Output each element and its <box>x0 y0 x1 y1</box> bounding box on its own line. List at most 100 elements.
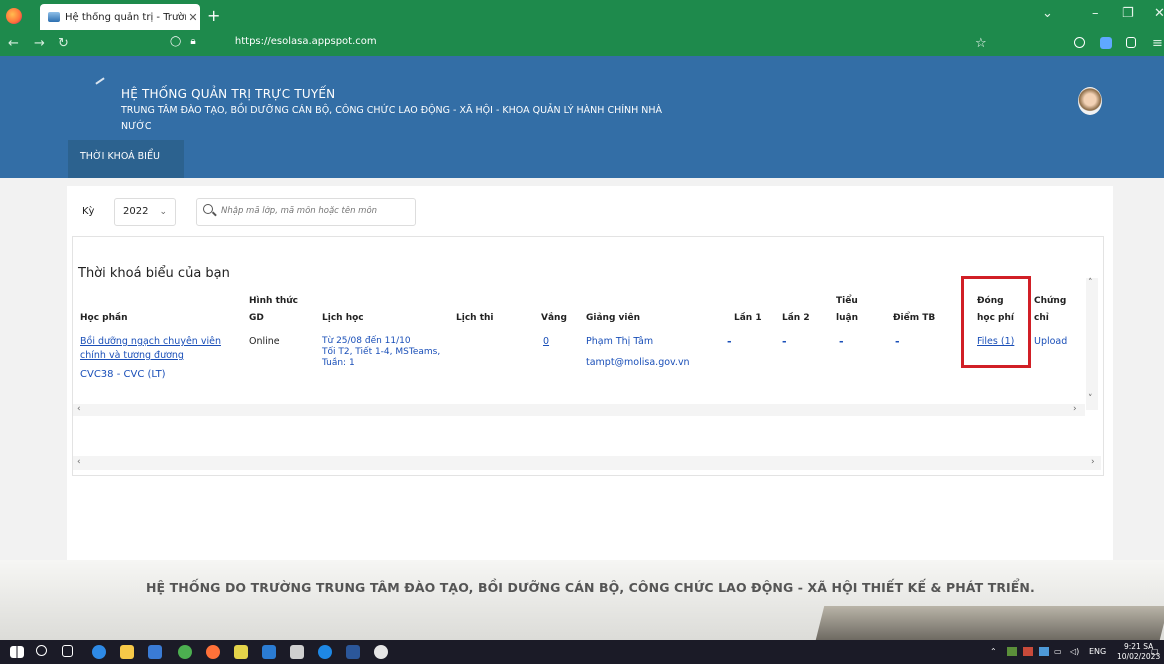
site-subtitle: TRUNG TÂM ĐÀO TẠO, BỒI DƯỠNG CÁN BỘ, CÔN… <box>121 105 663 132</box>
schedule-cell: Từ 25/08 đến 11/10 Tối T2, Tiết 1-4, MST… <box>322 336 440 369</box>
share-icon[interactable] <box>1126 37 1136 48</box>
header-tieu-luan-line1: Tiểu <box>836 296 858 306</box>
schedule-title: Thời khoá biểu của bạn <box>78 266 230 281</box>
volume-icon[interactable]: ◁) <box>1070 647 1079 656</box>
header-tieu-luan-line2: luận <box>836 313 858 323</box>
upload-link[interactable]: Upload <box>1034 336 1067 348</box>
absent-count-link[interactable]: 0 <box>543 336 549 348</box>
restore-icon[interactable]: ❐ <box>1122 6 1134 21</box>
header-hinh-thuc: Hình thức GD <box>249 296 298 324</box>
new-tab-button[interactable]: + <box>207 6 220 25</box>
header-lan2: Lần 2 <box>782 313 810 323</box>
course-name-line2: chính và tương đương <box>80 350 184 361</box>
header-tieu-luan: Tiểu luận <box>836 296 858 324</box>
footer-text: HỆ THỐNG DO TRƯỜNG TRUNG TÂM ĐÀO TẠO, BỒ… <box>146 580 1035 595</box>
header-lan1: Lần 1 <box>734 313 762 323</box>
monitor-icon[interactable] <box>290 645 304 659</box>
back-arrow-icon[interactable]: ← <box>8 36 19 51</box>
header-vang: Vắng <box>541 313 567 323</box>
shield-icon: ◯ <box>170 36 182 47</box>
header-hoc-phan: Học phần <box>80 313 128 323</box>
browser-tab-bar: Hệ thống quản trị - Trường Đào ✕ + ⌄ – ❐… <box>0 0 1164 32</box>
header-giang-vien: Giảng viên <box>586 313 640 323</box>
page-scroll-left-icon[interactable]: ‹ <box>77 457 81 467</box>
search-taskbar-icon[interactable] <box>36 645 47 656</box>
chrome-icon[interactable] <box>178 645 192 659</box>
table-horizontal-scrollbar[interactable]: ‹ › <box>73 404 1085 416</box>
chevron-down-icon: ⌄ <box>159 207 167 217</box>
user-avatar[interactable] <box>1078 87 1102 115</box>
header-lich-thi: Lịch thi <box>456 313 494 323</box>
table-row: Bồi dưỡng ngạch chuyên viên chính và tươ… <box>80 336 221 381</box>
calculator-icon[interactable] <box>262 645 276 659</box>
schedule-line1: Từ 25/08 đến 11/10 <box>322 336 411 346</box>
scroll-down-icon[interactable]: ˅ <box>1088 394 1093 404</box>
close-window-icon[interactable]: ✕ <box>1154 6 1164 21</box>
schedule-line3: Tuần: 1 <box>322 358 355 368</box>
tab-title: Hệ thống quản trị - Trường Đào <box>65 11 186 23</box>
browser-tab[interactable]: Hệ thống quản trị - Trường Đào ✕ <box>40 4 200 30</box>
paint-icon[interactable] <box>374 645 388 659</box>
task-view-icon[interactable] <box>62 645 73 657</box>
bookmark-star-icon[interactable]: ☆ <box>975 36 987 51</box>
scroll-right-icon[interactable]: › <box>1073 404 1077 414</box>
reload-icon[interactable]: ↻ <box>58 36 69 51</box>
lock-icon: 🔒︎ <box>190 36 196 47</box>
header-chung-chi: Chứng chỉ <box>1034 296 1066 324</box>
lan1-value: - <box>727 335 732 348</box>
page-horizontal-scrollbar[interactable]: ‹ › <box>73 456 1101 470</box>
tieu-luan-value: - <box>839 335 844 348</box>
course-name-line1: Bồi dưỡng ngạch chuyên viên <box>80 336 221 347</box>
store-icon[interactable] <box>148 645 162 659</box>
firefox-icon[interactable] <box>6 8 22 24</box>
tray-chevron-icon[interactable]: ⌃ <box>990 647 997 656</box>
app-icon[interactable] <box>234 645 248 659</box>
edge-icon[interactable] <box>92 645 106 659</box>
minimize-icon[interactable]: – <box>1092 6 1099 21</box>
mode-cell: Online <box>249 336 280 347</box>
scroll-left-icon[interactable]: ‹ <box>77 404 81 414</box>
notification-icon[interactable]: ▢ <box>1151 647 1159 656</box>
site-favicon-icon <box>48 12 60 22</box>
windows-start-icon[interactable] <box>10 646 24 658</box>
site-title: HỆ THỐNG QUẢN TRỊ TRỰC TUYẾN <box>121 87 336 101</box>
word-icon[interactable] <box>346 645 360 659</box>
pocket-icon[interactable] <box>1074 37 1085 48</box>
search-icon <box>203 204 213 214</box>
highlight-box <box>961 276 1031 368</box>
vertical-scrollbar[interactable]: ˄ ˅ <box>1086 278 1098 410</box>
file-explorer-icon[interactable] <box>120 645 134 659</box>
lecturer-cell: Phạm Thị Tâm tampt@molisa.gov.vn <box>586 336 690 369</box>
tray-app-icon[interactable] <box>1007 647 1017 656</box>
course-link[interactable]: Bồi dưỡng ngạch chuyên viên chính và tươ… <box>80 336 221 362</box>
header-hinh-thuc-line2: GD <box>249 313 264 323</box>
page-scroll-right-icon[interactable]: › <box>1091 457 1095 467</box>
scroll-up-icon[interactable]: ˄ <box>1088 278 1093 288</box>
address-bar[interactable]: ◯ 🔒︎ https://esolasa.appspot.com <box>170 36 377 47</box>
search-box[interactable] <box>196 198 416 226</box>
lecturer-name: Phạm Thị Tâm <box>586 336 654 347</box>
tab-close-icon[interactable]: ✕ <box>186 11 200 24</box>
url-text: https://esolasa.appspot.com <box>234 36 377 47</box>
firefox-taskbar-icon[interactable] <box>206 645 220 659</box>
language-indicator[interactable]: ENG <box>1089 647 1106 656</box>
network-icon[interactable]: ▭ <box>1054 647 1062 656</box>
menu-icon[interactable]: ≡ <box>1152 36 1163 51</box>
tray-app-icon-2[interactable] <box>1023 647 1033 656</box>
lan2-value: - <box>782 335 787 348</box>
books-image <box>815 606 1164 640</box>
main-nav: THỜI KHOÁ BIỂU <box>0 140 1164 178</box>
site-logo <box>60 77 105 108</box>
year-select[interactable]: 2022 ⌄ <box>114 198 176 226</box>
class-code: CVC38 - CVC (LT) <box>80 369 166 380</box>
lecturer-email: tampt@molisa.gov.vn <box>586 357 690 368</box>
forward-arrow-icon[interactable]: → <box>34 36 45 51</box>
browser-nav-bar: ← → ↻ ◯ 🔒︎ https://esolasa.appspot.com ☆… <box>0 32 1164 56</box>
tab-list-chevron-icon[interactable]: ⌄ <box>1042 6 1053 21</box>
extension-icon[interactable] <box>1100 37 1112 49</box>
tray-app-icon-3[interactable] <box>1039 647 1049 656</box>
header-hinh-thuc-line1: Hình thức <box>249 296 299 306</box>
zalo-icon[interactable] <box>318 645 332 659</box>
search-input[interactable] <box>219 205 413 217</box>
nav-item-thoi-khoa-bieu[interactable]: THỜI KHOÁ BIỂU <box>68 140 184 178</box>
